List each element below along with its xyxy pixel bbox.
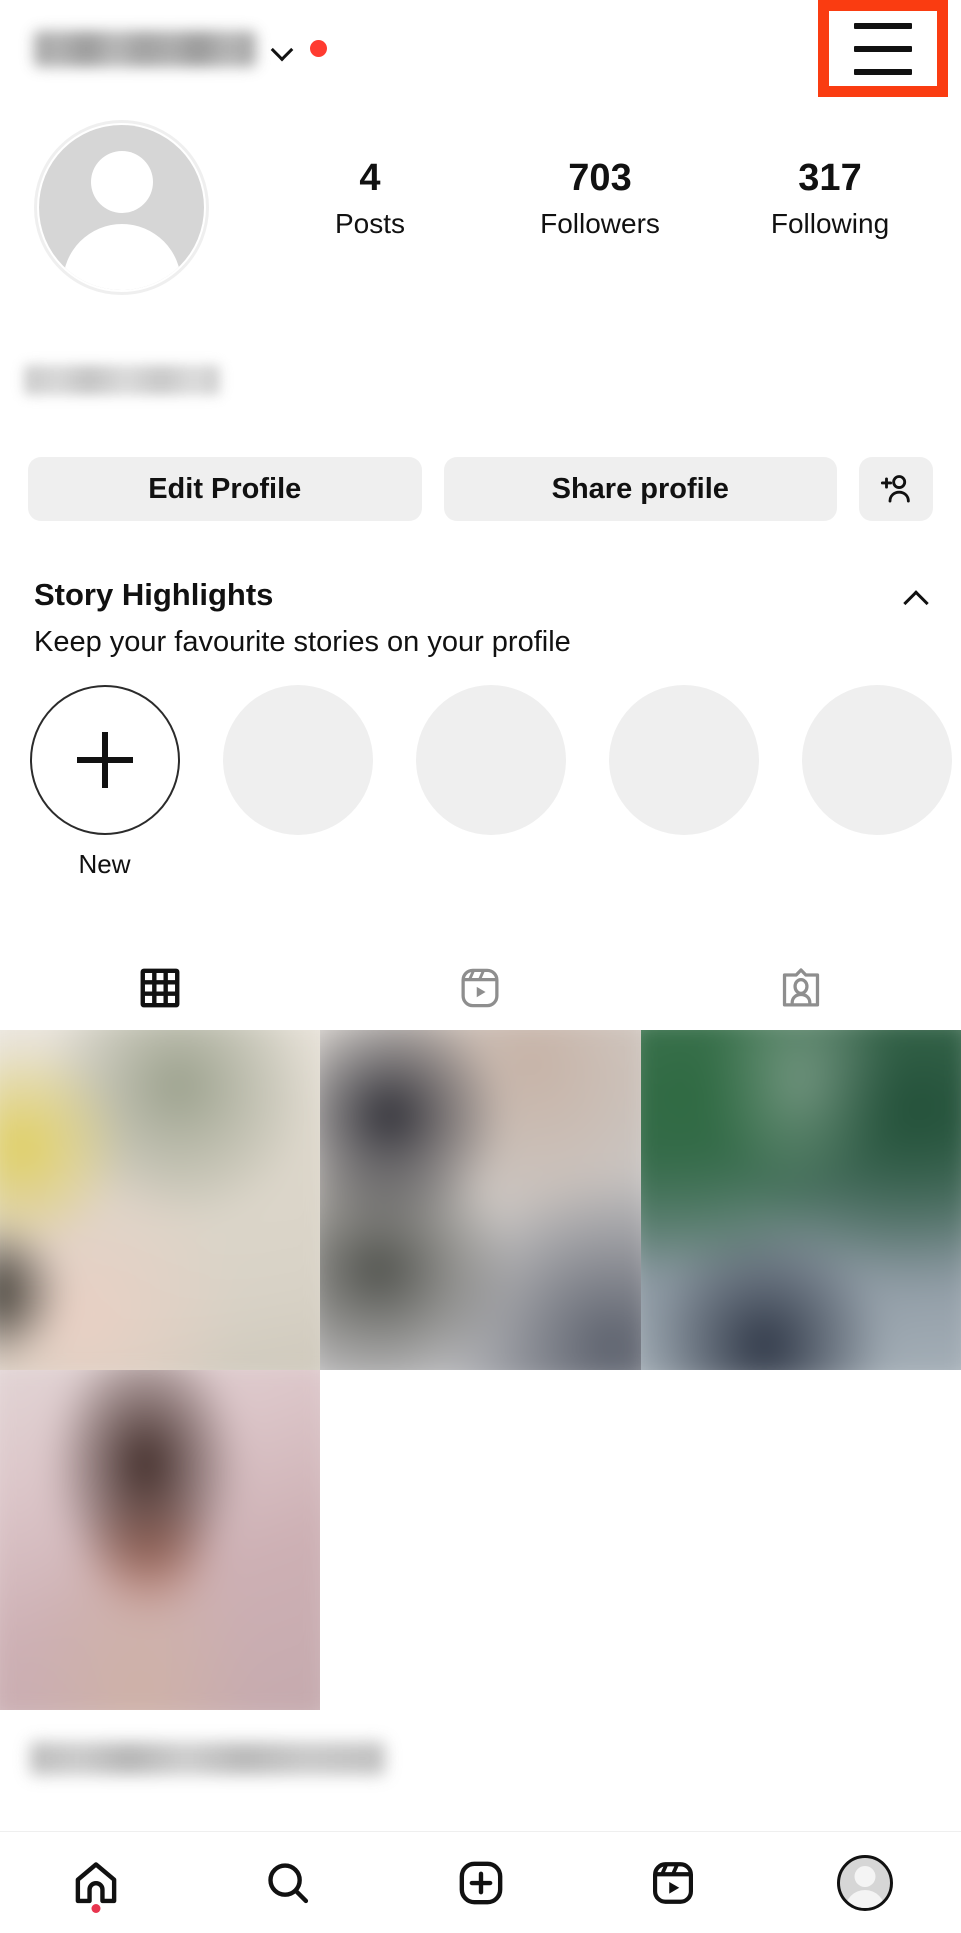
story-highlights-section: Story Highlights Keep your favourite sto… [0, 575, 961, 879]
nav-create[interactable] [384, 1832, 576, 1933]
username-switcher[interactable] [34, 30, 327, 67]
story-highlights-subtitle: Keep your favourite stories on your prof… [34, 626, 571, 658]
story-highlight-thumb [801, 685, 952, 835]
edit-profile-button[interactable]: Edit Profile [28, 457, 422, 521]
post-image [320, 1030, 641, 1370]
post-image [0, 1370, 321, 1710]
chevron-down-icon[interactable] [272, 42, 294, 55]
share-profile-button[interactable]: Share profile [443, 457, 837, 521]
bottom-navigation-bar [0, 1831, 961, 1933]
notification-dot-badge [310, 40, 327, 57]
posts-grid [0, 1030, 961, 1710]
profile-display-name [24, 365, 220, 395]
hamburger-menu-icon [854, 68, 912, 75]
hamburger-menu-button[interactable] [829, 11, 937, 86]
hamburger-menu-icon [854, 45, 912, 52]
stat-following[interactable]: 317 Following [715, 155, 945, 244]
stat-value: 317 [798, 157, 862, 199]
story-highlight-placeholder[interactable] [800, 685, 953, 835]
story-highlight-thumb [415, 685, 566, 835]
home-icon [75, 1861, 117, 1903]
stat-value: 4 [359, 157, 381, 199]
chevron-up-icon [903, 589, 929, 616]
avatar-body-shape [62, 224, 181, 290]
nav-profile[interactable] [769, 1832, 961, 1933]
home-notification-dot [91, 1904, 101, 1913]
plus-icon[interactable] [29, 685, 180, 835]
post-image [0, 1030, 321, 1370]
story-highlight-thumb [222, 685, 373, 835]
nav-reels[interactable] [577, 1832, 769, 1933]
profile-stats: 4 Posts 703 Followers 317 Following [255, 155, 945, 244]
nav-search[interactable] [192, 1832, 384, 1933]
profile-avatar-icon [836, 1854, 893, 1911]
grid-icon [140, 968, 180, 1007]
discover-people-button[interactable] [859, 457, 933, 521]
nav-home[interactable] [0, 1832, 192, 1933]
grid-post-thumbnail[interactable] [320, 1030, 641, 1370]
avatar-head-shape [90, 151, 153, 213]
plus-square-icon [459, 1861, 502, 1904]
tagged-icon [782, 967, 819, 1006]
content-tabs [0, 945, 961, 1030]
stat-value: 703 [568, 157, 632, 199]
add-person-icon [880, 475, 910, 503]
story-highlight-new[interactable]: New [28, 685, 181, 880]
username-label [34, 30, 256, 67]
default-avatar-icon [39, 125, 204, 290]
story-highlight-placeholder[interactable] [221, 685, 374, 835]
story-highlight-placeholder[interactable] [607, 685, 760, 835]
stat-label: Posts [334, 208, 406, 239]
story-highlights-title: Story Highlights [34, 577, 274, 612]
story-highlight-new-label: New [78, 849, 131, 879]
reels-icon [461, 968, 499, 1007]
post-caption-text [30, 1742, 385, 1775]
stat-posts[interactable]: 4 Posts [255, 155, 485, 244]
tab-grid[interactable] [0, 945, 320, 1030]
avatar-body-shape [844, 1889, 885, 1908]
story-highlight-thumb [608, 685, 759, 835]
stat-label: Following [770, 208, 890, 239]
story-highlights-header: Story Highlights Keep your favourite sto… [0, 575, 961, 663]
stat-followers[interactable]: 703 Followers [485, 155, 715, 244]
profile-avatar[interactable] [34, 120, 209, 295]
menu-button-highlight-annotation [818, 0, 948, 97]
grid-post-thumbnail[interactable] [640, 1030, 961, 1370]
profile-action-buttons: Edit Profile Share profile [0, 457, 961, 521]
avatar-head-shape [854, 1865, 876, 1887]
story-highlights-collapse-button[interactable] [893, 581, 939, 617]
stat-label: Followers [540, 208, 660, 239]
grid-post-thumbnail[interactable] [0, 1370, 321, 1710]
tab-tagged[interactable] [641, 945, 961, 1030]
grid-post-thumbnail[interactable] [0, 1030, 321, 1370]
top-header [0, 0, 961, 97]
post-image [640, 1030, 961, 1370]
reels-icon [652, 1861, 693, 1904]
tab-reels[interactable] [320, 945, 640, 1030]
hamburger-menu-icon [854, 22, 912, 29]
story-highlights-strip[interactable]: New [0, 685, 961, 879]
instagram-profile-screen: 4 Posts 703 Followers 317 Following Edit… [0, 0, 961, 1933]
story-highlight-placeholder[interactable] [414, 685, 567, 835]
search-icon [268, 1862, 309, 1903]
